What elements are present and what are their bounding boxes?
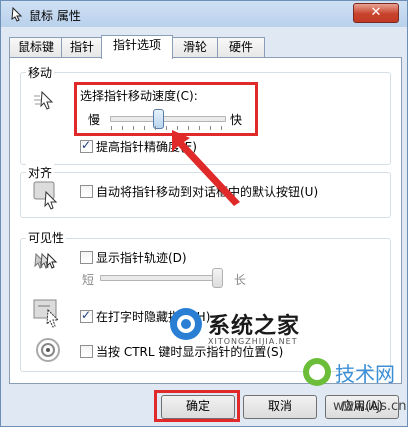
- short-label: 短: [82, 273, 95, 287]
- show-location-icon: [36, 338, 60, 362]
- trails-label: 显示指针轨迹(D): [96, 251, 187, 265]
- long-label: 长: [234, 273, 247, 287]
- title-bar[interactable]: 鼠标 属性 ✕: [1, 1, 407, 27]
- precision-checkbox[interactable]: [80, 138, 93, 153]
- pointer-options-panel: 移动 选择指针移动速度(C): 慢 快 提高指针精确度(E) 对齐 自动将: [9, 57, 402, 384]
- pointer-speed-icon: [34, 90, 54, 110]
- hide-typing-checkbox[interactable]: [80, 308, 93, 323]
- trails-slider-thumb[interactable]: [212, 268, 223, 288]
- tab-hardware[interactable]: 硬件: [217, 37, 265, 58]
- pointer-trails-icon: [34, 252, 58, 269]
- watermark-pinyin: XITONGZHIJIA.NET: [208, 337, 298, 346]
- red-arrow-annotation: [172, 130, 240, 206]
- snap-group-title: 对齐: [26, 164, 55, 181]
- mouse-properties-window: 鼠标 属性 ✕ 鼠标键 指针 指针选项 滑轮 硬件 移动 选择指针移动速度(C)…: [0, 0, 408, 427]
- watermark-itjs: 技术网: [301, 356, 407, 398]
- snap-checkbox[interactable]: [80, 185, 93, 198]
- watermark-site-text: 技术网: [335, 362, 395, 386]
- ok-highlight-box: [154, 390, 240, 422]
- cancel-button[interactable]: 取消: [243, 395, 317, 419]
- tab-wheel[interactable]: 滑轮: [171, 37, 219, 58]
- close-button[interactable]: ✕: [353, 3, 399, 23]
- ctrl-location-checkbox[interactable]: [80, 345, 93, 358]
- motion-group-title: 移动: [26, 64, 55, 81]
- watermark-xitongzhijia: 系统之家 XITONGZHIJIA.NET: [168, 306, 388, 356]
- mouse-icon: [11, 6, 23, 22]
- trails-slider-track[interactable]: [100, 275, 220, 281]
- snap-to-default-icon: [33, 181, 58, 210]
- tab-buttons[interactable]: 鼠标键: [9, 37, 63, 58]
- hide-while-typing-icon: [33, 299, 60, 328]
- trails-checkbox[interactable]: [80, 251, 93, 264]
- close-icon: ✕: [370, 5, 382, 20]
- watermark-itjs-logo-icon: [303, 358, 331, 386]
- watermark-logo-icon: [170, 308, 202, 340]
- watermark-site-url: www.itjs.cn: [333, 399, 407, 414]
- window-title: 鼠标 属性: [29, 9, 81, 23]
- watermark-brand: 系统之家: [208, 314, 301, 339]
- tab-pointers[interactable]: 指针: [61, 37, 103, 58]
- visibility-group-title: 可见性: [26, 229, 67, 246]
- tab-pointer-options[interactable]: 指针选项: [101, 35, 173, 59]
